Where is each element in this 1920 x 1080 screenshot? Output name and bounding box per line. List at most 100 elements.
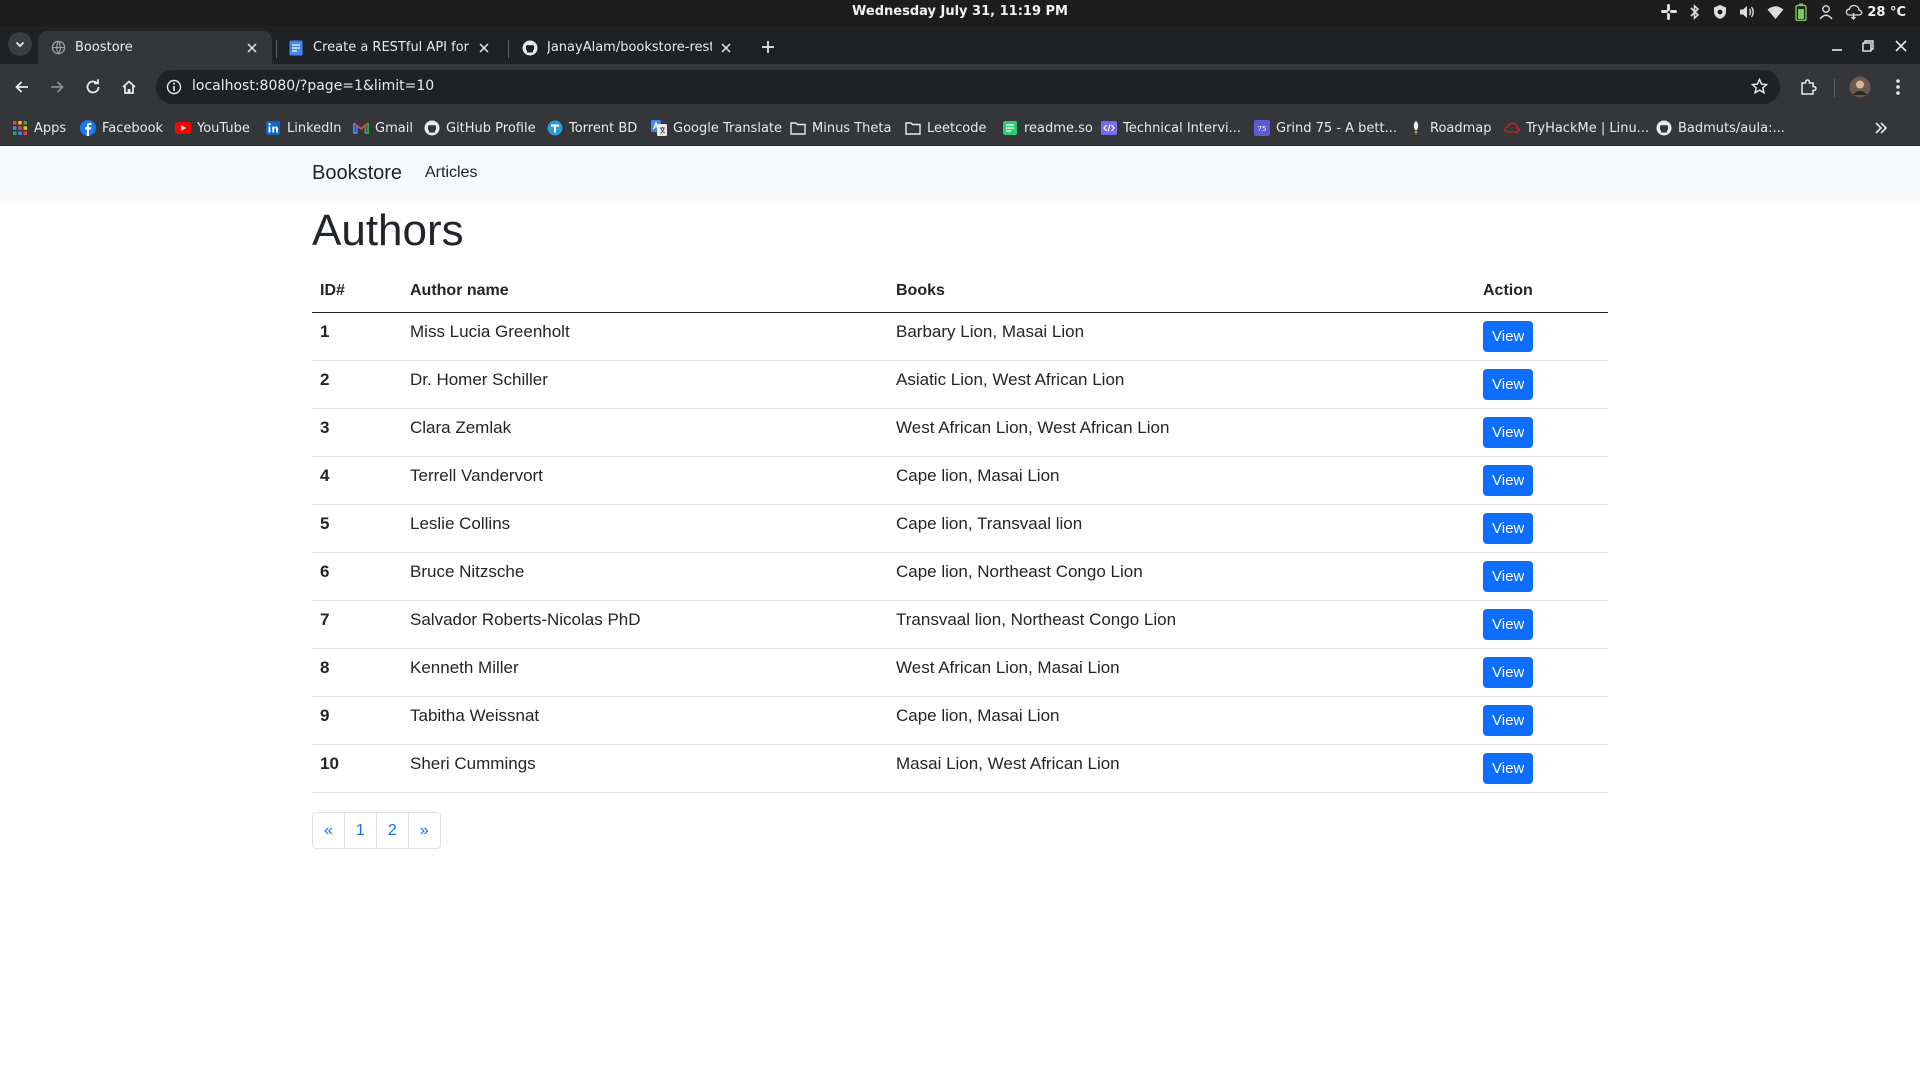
nav-link-articles[interactable]: Articles	[425, 164, 477, 182]
home-button[interactable]	[117, 75, 141, 99]
address-bar[interactable]: localhost:8080/?page=1&limit=10	[156, 70, 1780, 104]
author-id: 8	[312, 648, 402, 697]
action-cell: View	[1475, 456, 1608, 505]
os-clock[interactable]: Wednesday July 31, 11:19 PM	[0, 4, 1920, 19]
slack-icon[interactable]	[1660, 3, 1678, 21]
bookmark-apps[interactable]: Apps	[12, 118, 66, 138]
wifi-icon[interactable]	[1767, 5, 1784, 20]
bookmark-label: Technical Intervi...	[1123, 120, 1242, 136]
pagination-next[interactable]: »	[407, 812, 441, 849]
action-cell: View	[1475, 600, 1608, 649]
tab-title: Create a RESTful API for a Bo	[313, 40, 470, 55]
minimize-button[interactable]	[1829, 38, 1845, 54]
battery-icon[interactable]	[1795, 3, 1808, 21]
bookmark-facebook[interactable]: Facebook	[80, 118, 163, 138]
vpn-shield-icon[interactable]	[1712, 4, 1728, 20]
forward-button[interactable]	[45, 75, 69, 99]
tab-restful-api-doc[interactable]: Create a RESTful API for a Bo	[276, 31, 504, 64]
author-books: Cape lion, Masai Lion	[888, 696, 1475, 745]
author-id: 3	[312, 408, 402, 457]
maximize-button[interactable]	[1860, 38, 1876, 54]
bookmark-roadmap[interactable]: Roadmap	[1408, 118, 1492, 138]
table-row: 4 Terrell Vandervort Cape lion, Masai Li…	[312, 456, 1608, 505]
bluetooth-icon[interactable]	[1689, 4, 1701, 20]
bookmark-label: Grind 75 - A bett...	[1276, 120, 1398, 136]
site-navbar: Bookstore Articles	[0, 146, 1920, 202]
tab-boostore[interactable]: Boostore	[38, 31, 272, 64]
bookmark-folder-leetcode[interactable]: Leetcode	[905, 118, 986, 138]
bookmark-torrent-bd[interactable]: Torrent BD	[547, 118, 637, 138]
weather-icon	[1846, 4, 1863, 20]
arrow-left-icon	[15, 81, 28, 93]
reload-icon	[86, 79, 100, 94]
bookmark-readme-so[interactable]: readme.so	[1002, 118, 1093, 138]
arrow-right-icon	[51, 81, 64, 93]
web-page: Bookstore Articles Authors ID# Author na…	[0, 146, 1920, 1080]
view-button[interactable]: View	[1483, 656, 1534, 688]
globe-icon	[50, 40, 66, 56]
view-button[interactable]: View	[1483, 320, 1534, 352]
close-icon	[1895, 40, 1907, 52]
weather-widget[interactable]: 28 °C	[1845, 4, 1906, 20]
roadmap-icon	[1408, 120, 1424, 136]
browser-menu-button[interactable]	[1886, 75, 1910, 99]
bookmark-youtube[interactable]: YouTube	[175, 118, 250, 138]
bookmark-grind-75[interactable]: 75 Grind 75 - A bett...	[1254, 118, 1397, 138]
author-books: Asiatic Lion, West African Lion	[888, 360, 1475, 409]
pagination-previous[interactable]: «	[312, 812, 345, 849]
bookmark-gmail[interactable]: Gmail	[353, 118, 413, 138]
brand-link[interactable]: Bookstore	[312, 162, 402, 185]
browser-tab-strip: Boostore Create a RESTful API for a Bo J…	[0, 26, 1920, 64]
close-tab-icon[interactable]	[244, 40, 260, 56]
view-button[interactable]: View	[1483, 464, 1534, 496]
author-name: Clara Zemlak	[402, 408, 888, 457]
tab-github-repo[interactable]: JanayAlam/bookstore-rest	[510, 31, 746, 64]
author-id: 4	[312, 456, 402, 505]
bookmark-linkedin[interactable]: LinkedIn	[265, 118, 341, 138]
table-row: 7 Salvador Roberts-Nicolas PhD Transvaal…	[312, 600, 1608, 649]
new-tab-button[interactable]	[757, 36, 779, 58]
profile-button[interactable]	[1848, 75, 1872, 99]
bookmark-folder-minus-theta[interactable]: Minus Theta	[790, 118, 891, 138]
puzzle-icon	[1801, 79, 1817, 95]
author-name: Tabitha Weissnat	[402, 696, 888, 745]
url-text[interactable]: localhost:8080/?page=1&limit=10	[192, 78, 434, 94]
view-button[interactable]: View	[1483, 560, 1534, 592]
view-button[interactable]: View	[1483, 704, 1534, 736]
tab-title: Boostore	[75, 40, 133, 55]
tab-search-button[interactable]	[8, 32, 32, 56]
view-button[interactable]: View	[1483, 752, 1534, 784]
bookmark-star-icon[interactable]	[1750, 77, 1769, 99]
view-button[interactable]: View	[1483, 416, 1534, 448]
reload-button[interactable]	[81, 75, 105, 99]
github-icon	[522, 40, 538, 56]
bookmark-label: TryHackMe | Linu...	[1526, 120, 1650, 136]
bookmarks-overflow-button[interactable]	[1874, 120, 1888, 139]
back-button[interactable]	[10, 75, 34, 99]
user-icon[interactable]	[1818, 4, 1834, 20]
extensions-button[interactable]	[1796, 75, 1820, 99]
bookmark-tryhackme[interactable]: TryHackMe | Linu...	[1504, 118, 1649, 138]
author-books: West African Lion, Masai Lion	[888, 648, 1475, 697]
bookmark-technical-interview[interactable]: Technical Intervi...	[1101, 118, 1241, 138]
bookmark-badmuts-aula[interactable]: Badmuts/aula:...	[1656, 118, 1785, 138]
view-button[interactable]: View	[1483, 608, 1534, 640]
bookmark-google-translate[interactable]: Google Translate	[651, 118, 782, 138]
site-info-icon[interactable]	[166, 79, 182, 99]
close-tab-icon[interactable]	[718, 40, 734, 56]
folder-icon	[905, 120, 921, 136]
volume-icon[interactable]	[1739, 4, 1756, 20]
view-button[interactable]: View	[1483, 368, 1534, 400]
tab-divider	[508, 40, 509, 58]
pagination-page-2[interactable]: 2	[375, 812, 409, 849]
close-window-button[interactable]	[1893, 38, 1909, 54]
bookmark-label: LinkedIn	[287, 120, 342, 136]
grind75-icon: 75	[1254, 120, 1270, 136]
readme-icon	[1002, 120, 1018, 136]
pagination-page-1[interactable]: 1	[343, 812, 377, 849]
view-button[interactable]: View	[1483, 512, 1534, 544]
close-tab-icon[interactable]	[476, 40, 492, 56]
author-name: Kenneth Miller	[402, 648, 888, 697]
bookmark-github-profile[interactable]: GitHub Profile	[424, 118, 536, 138]
bookmark-label: Torrent BD	[569, 120, 638, 136]
